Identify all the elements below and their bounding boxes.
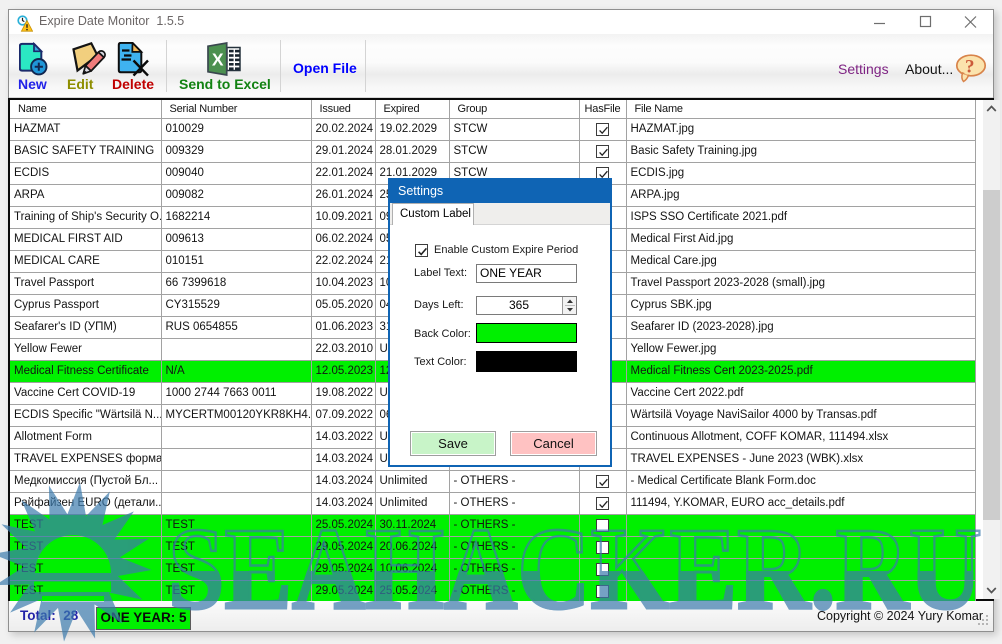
svg-text:X: X <box>212 50 224 70</box>
svg-text:?: ? <box>965 56 975 77</box>
